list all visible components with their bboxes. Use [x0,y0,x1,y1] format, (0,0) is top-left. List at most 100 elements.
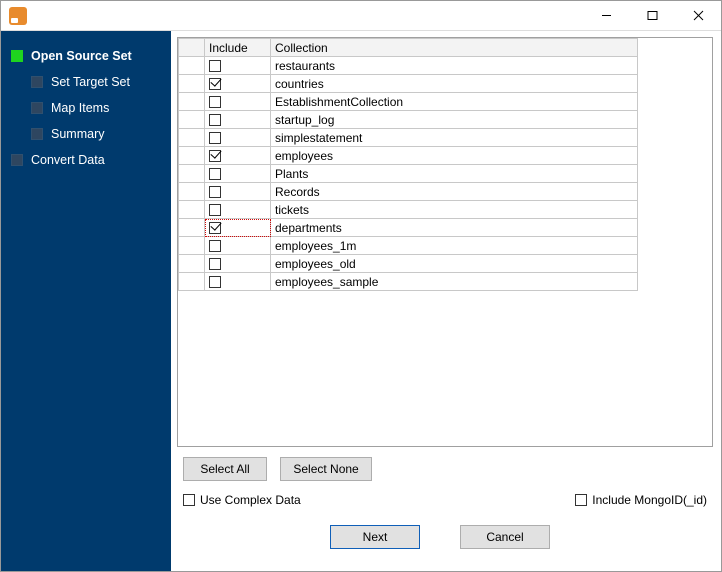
include-checkbox[interactable] [209,168,221,180]
wizard-step[interactable]: Map Items [1,95,171,121]
include-checkbox[interactable] [209,222,221,234]
table-row[interactable]: restaurants [179,57,638,75]
collection-cell[interactable]: employees_old [271,255,638,273]
row-header[interactable] [179,93,205,111]
step-label: Open Source Set [31,49,132,63]
collection-cell[interactable]: restaurants [271,57,638,75]
collection-cell[interactable]: countries [271,75,638,93]
include-checkbox[interactable] [209,240,221,252]
collections-grid[interactable]: Include Collection restaurantscountriesE… [177,37,713,447]
table-row[interactable]: departments [179,219,638,237]
grid-corner [179,39,205,57]
collection-cell[interactable]: simplestatement [271,129,638,147]
table-row[interactable]: tickets [179,201,638,219]
include-cell[interactable] [205,93,271,111]
step-marker-icon [31,128,43,140]
cancel-button[interactable]: Cancel [460,525,550,549]
collection-cell[interactable]: employees [271,147,638,165]
wizard-step[interactable]: Set Target Set [1,69,171,95]
include-cell[interactable] [205,111,271,129]
select-none-button[interactable]: Select None [280,457,371,481]
include-cell[interactable] [205,255,271,273]
header-collection[interactable]: Collection [271,39,638,57]
step-label: Map Items [51,101,109,115]
include-checkbox[interactable] [209,96,221,108]
table-row[interactable]: employees [179,147,638,165]
include-cell[interactable] [205,237,271,255]
titlebar [1,1,721,31]
collection-cell[interactable]: employees_1m [271,237,638,255]
main-panel: Include Collection restaurantscountriesE… [171,31,721,571]
close-button[interactable] [675,1,721,31]
table-row[interactable]: Plants [179,165,638,183]
row-header[interactable] [179,75,205,93]
select-all-button[interactable]: Select All [183,457,267,481]
row-header[interactable] [179,183,205,201]
row-header[interactable] [179,237,205,255]
table-row[interactable]: EstablishmentCollection [179,93,638,111]
wizard-step[interactable]: Convert Data [1,147,171,173]
step-marker-icon [11,50,23,62]
table-row[interactable]: employees_sample [179,273,638,291]
include-mongoid-label: Include MongoID(_id) [592,493,707,507]
include-checkbox[interactable] [209,114,221,126]
use-complex-data-checkbox[interactable]: Use Complex Data [183,493,301,507]
minimize-button[interactable] [583,1,629,31]
row-header[interactable] [179,255,205,273]
collection-cell[interactable]: startup_log [271,111,638,129]
table-row[interactable]: simplestatement [179,129,638,147]
include-cell[interactable] [205,165,271,183]
collection-cell[interactable]: EstablishmentCollection [271,93,638,111]
include-cell[interactable] [205,273,271,291]
wizard-steps-sidebar: Open Source Set Set Target Set Map Items Su… [1,31,171,571]
include-cell[interactable] [205,129,271,147]
include-checkbox[interactable] [209,150,221,162]
row-header[interactable] [179,201,205,219]
header-include[interactable]: Include [205,39,271,57]
wizard-step[interactable]: Summary [1,121,171,147]
app-icon [9,7,27,25]
include-cell[interactable] [205,75,271,93]
use-complex-data-label: Use Complex Data [200,493,301,507]
row-header[interactable] [179,129,205,147]
include-cell[interactable] [205,147,271,165]
step-label: Summary [51,127,104,141]
table-row[interactable]: employees_1m [179,237,638,255]
row-header[interactable] [179,165,205,183]
include-cell[interactable] [205,57,271,75]
include-checkbox[interactable] [209,276,221,288]
table-row[interactable]: employees_old [179,255,638,273]
include-cell[interactable] [205,201,271,219]
include-cell[interactable] [205,219,271,237]
step-marker-icon [11,154,23,166]
row-header[interactable] [179,273,205,291]
row-header[interactable] [179,57,205,75]
table-row[interactable]: countries [179,75,638,93]
wizard-dialog: Open Source Set Set Target Set Map Items Su… [0,0,722,572]
include-checkbox[interactable] [209,78,221,90]
include-checkbox[interactable] [209,258,221,270]
include-checkbox[interactable] [209,60,221,72]
collection-cell[interactable]: Plants [271,165,638,183]
row-header[interactable] [179,147,205,165]
collection-cell[interactable]: employees_sample [271,273,638,291]
step-marker-icon [31,102,43,114]
include-cell[interactable] [205,183,271,201]
include-checkbox[interactable] [209,204,221,216]
include-checkbox[interactable] [209,186,221,198]
wizard-step[interactable]: Open Source Set [1,43,171,69]
collection-cell[interactable]: tickets [271,201,638,219]
step-label: Set Target Set [51,75,130,89]
include-mongoid-checkbox[interactable]: Include MongoID(_id) [575,493,707,507]
row-header[interactable] [179,219,205,237]
step-label: Convert Data [31,153,105,167]
step-marker-icon [31,76,43,88]
collection-cell[interactable]: Records [271,183,638,201]
table-row[interactable]: startup_log [179,111,638,129]
next-button[interactable]: Next [330,525,420,549]
include-checkbox[interactable] [209,132,221,144]
row-header[interactable] [179,111,205,129]
collection-cell[interactable]: departments [271,219,638,237]
table-row[interactable]: Records [179,183,638,201]
maximize-button[interactable] [629,1,675,31]
